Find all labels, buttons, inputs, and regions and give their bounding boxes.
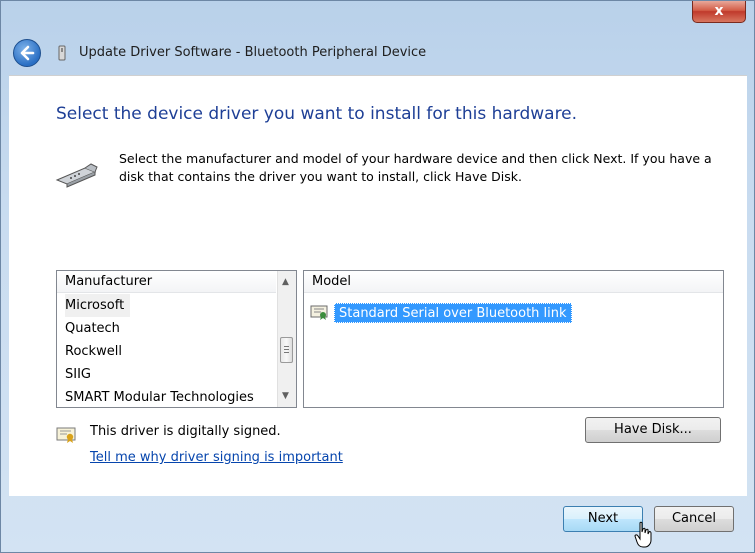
scrollbar-thumb[interactable] xyxy=(280,337,293,363)
back-button[interactable] xyxy=(13,39,41,67)
page-heading: Select the device driver you want to ins… xyxy=(56,104,578,124)
manufacturer-column-header[interactable]: Manufacturer xyxy=(57,271,276,293)
title-bar: Update Driver Software - Bluetooth Perip… xyxy=(1,31,754,75)
model-column-header[interactable]: Model xyxy=(304,271,723,293)
list-item[interactable]: Quatech xyxy=(57,317,276,340)
model-list[interactable]: Model Standard Serial over Bluetooth lin… xyxy=(303,270,724,408)
dialog-window: x Update Driver Software - Bluetooth Per… xyxy=(0,0,755,553)
driver-signing-link[interactable]: Tell me why driver signing is important xyxy=(90,450,343,465)
list-item[interactable]: SMART Modular Technologies xyxy=(57,386,276,407)
scroll-up-arrow-icon[interactable]: ▲ xyxy=(282,277,289,287)
have-disk-button[interactable]: Have Disk... xyxy=(585,417,721,443)
manufacturer-list[interactable]: Manufacturer Microsoft Quatech Rockwell … xyxy=(56,270,297,408)
instruction-text: Select the manufacturer and model of you… xyxy=(119,151,712,184)
manufacturer-rows: Microsoft Quatech Rockwell SIIG SMART Mo… xyxy=(57,294,276,407)
list-item[interactable]: Microsoft xyxy=(65,294,131,317)
serial-port-icon xyxy=(55,163,98,188)
dialog-content: Select the device driver you want to ins… xyxy=(9,75,747,496)
window-title: Update Driver Software - Bluetooth Perip… xyxy=(79,45,427,60)
list-item[interactable]: Rockwell xyxy=(57,340,276,363)
mouse-cursor-icon xyxy=(634,521,652,548)
back-arrow-icon xyxy=(20,45,35,61)
device-icon xyxy=(58,45,66,61)
driver-certificate-icon xyxy=(310,305,328,320)
cancel-button[interactable]: Cancel xyxy=(654,506,734,532)
close-button[interactable]: x xyxy=(692,1,746,23)
scroll-down-arrow-icon[interactable]: ▼ xyxy=(282,391,289,401)
next-button[interactable]: Next xyxy=(563,506,643,532)
list-item[interactable]: SIIG xyxy=(57,363,276,386)
driver-signed-status: This driver is digitally signed. xyxy=(90,424,281,439)
manufacturer-scrollbar[interactable]: ▲ ▼ xyxy=(277,271,296,407)
signed-driver-icon xyxy=(56,427,76,443)
model-item-label[interactable]: Standard Serial over Bluetooth link xyxy=(334,303,572,323)
